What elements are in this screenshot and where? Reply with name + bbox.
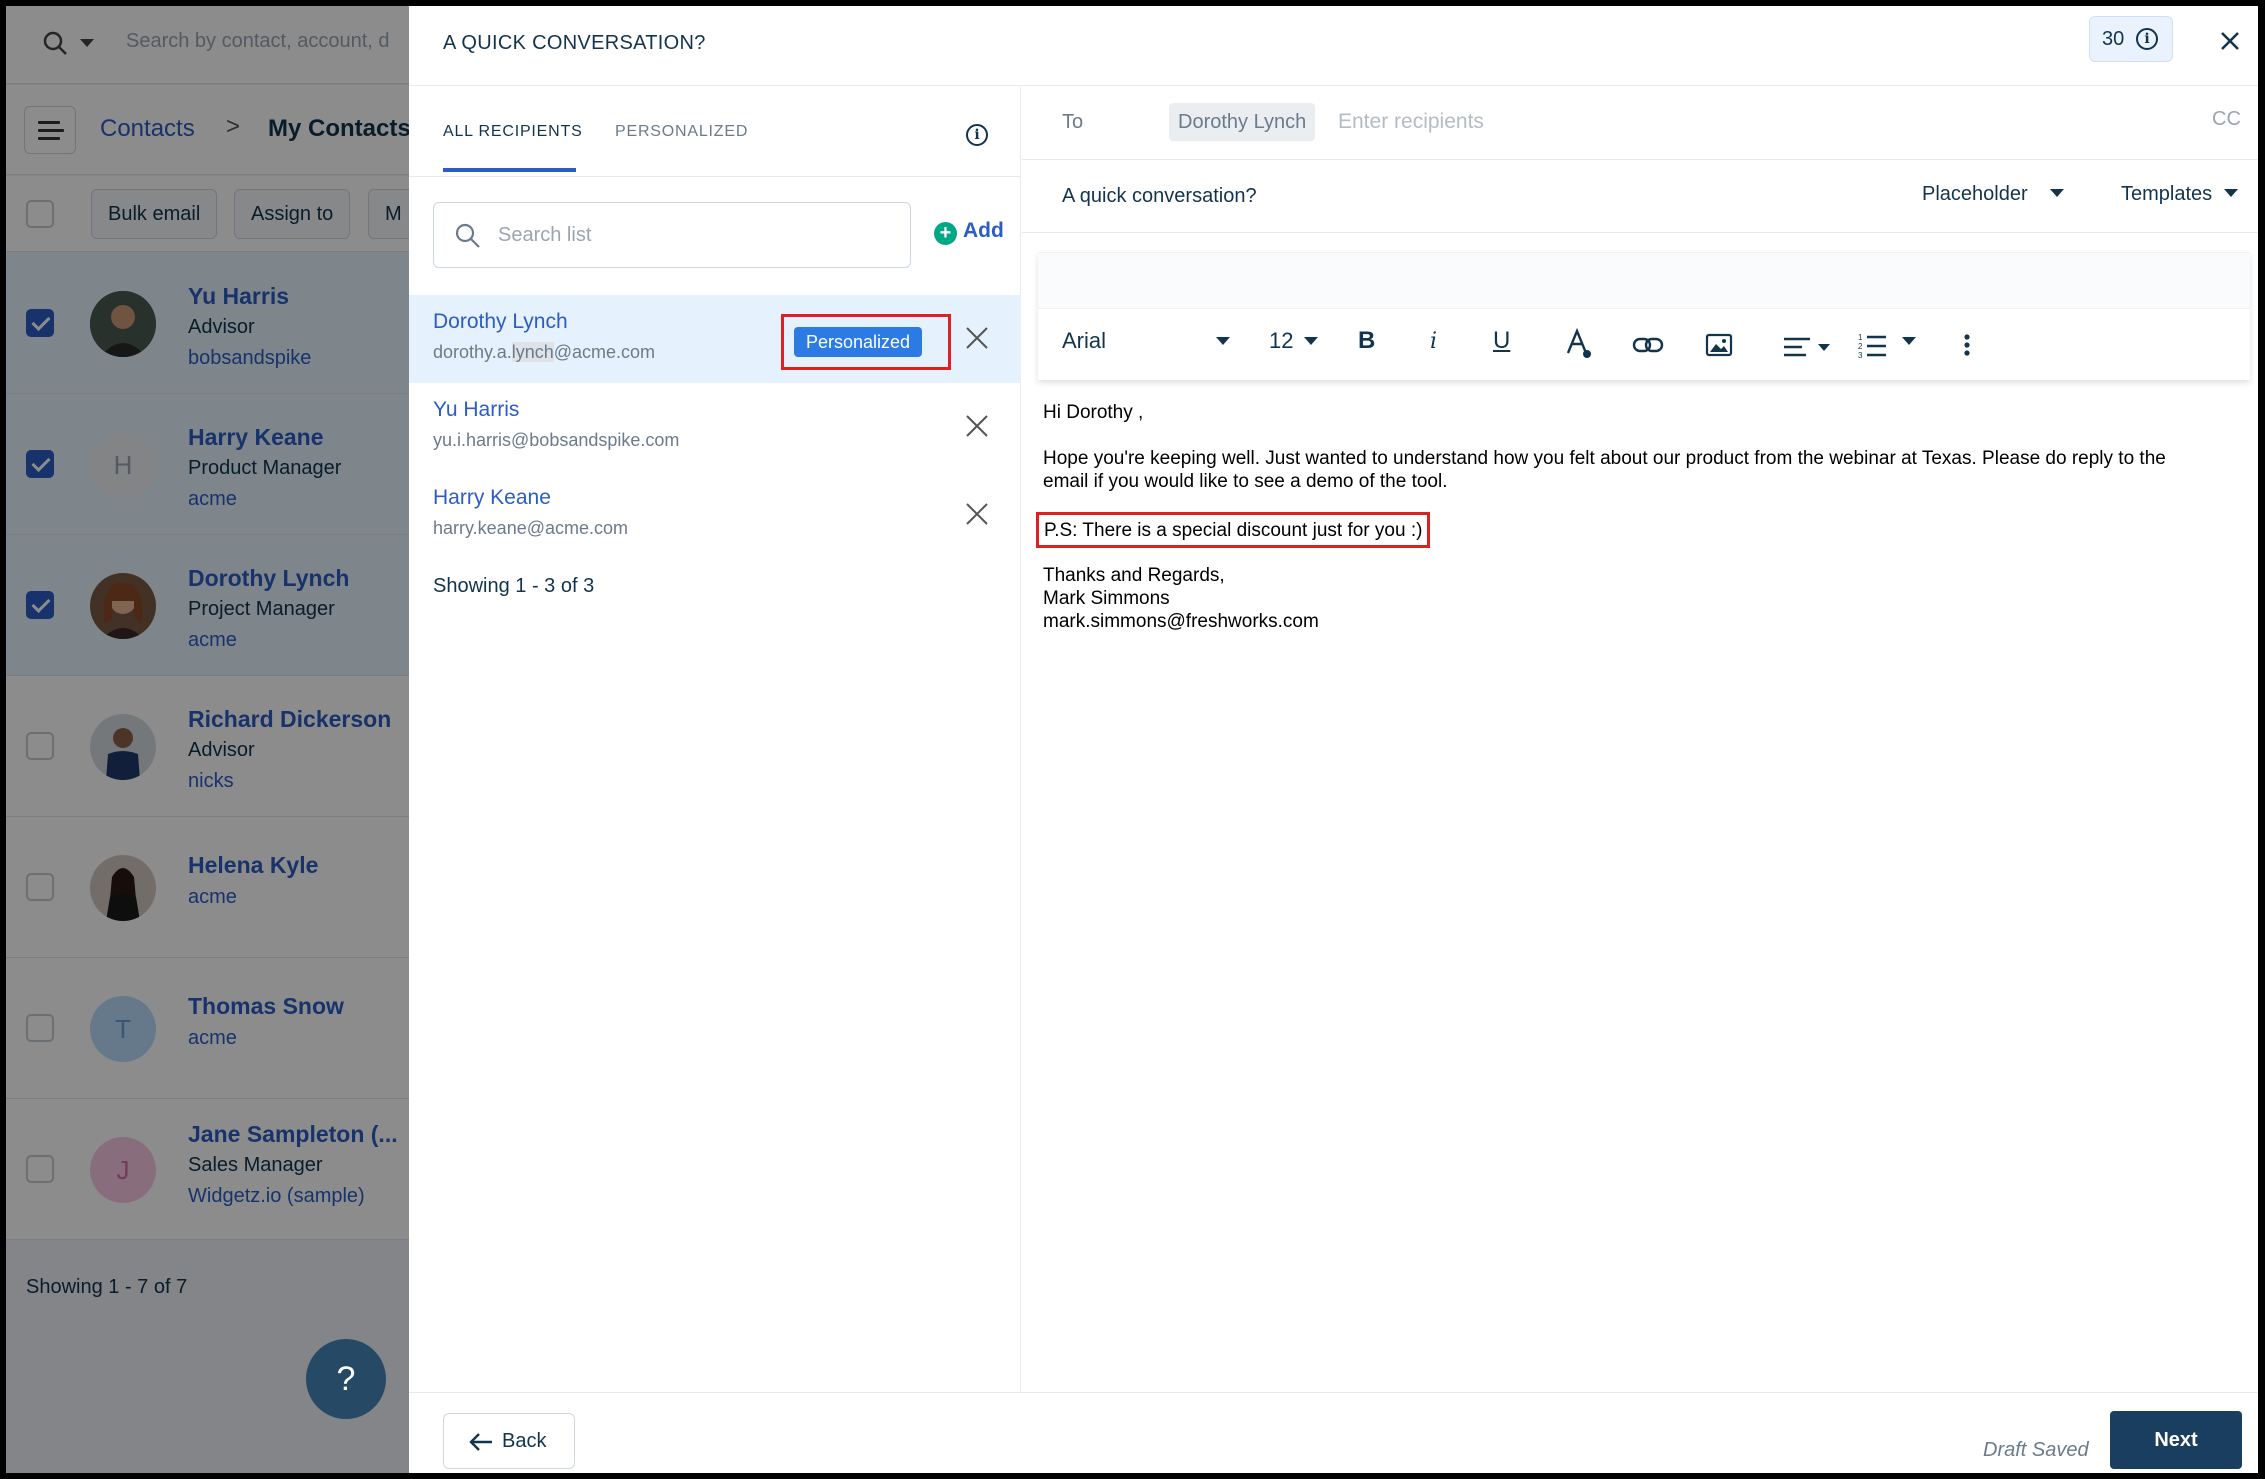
sender-name: Mark Simmons: [1043, 588, 1170, 609]
add-label: Add: [963, 219, 1004, 242]
help-button[interactable]: ?: [306, 1339, 386, 1419]
svg-text:2: 2: [1858, 342, 1863, 351]
recipient-row[interactable]: Harry Keane harry.keane@acme.com: [409, 471, 1021, 559]
search-icon: [455, 223, 480, 248]
subject-row: A quick conversation? Placeholder Templa…: [1022, 161, 2258, 233]
font-size-dropdown[interactable]: 12: [1269, 323, 1319, 359]
modal-title: A QUICK CONVERSATION?: [443, 32, 706, 54]
chevron-down-icon: [1304, 337, 1319, 345]
chevron-down-icon: [2049, 189, 2064, 197]
recipient-tabs: ALL RECIPIENTS PERSONALIZED i: [409, 87, 1021, 177]
underline-icon[interactable]: U: [1493, 323, 1510, 359]
chevron-down-icon: [1902, 337, 1916, 345]
app-frame: Search by contact, account, d Contacts >…: [6, 6, 2258, 1473]
to-field-row: To Dorothy Lynch CC: [1022, 87, 2258, 160]
recipients-input[interactable]: [1338, 107, 1938, 137]
svg-text:1: 1: [1858, 333, 1863, 342]
info-icon[interactable]: i: [966, 124, 988, 146]
more-options-icon[interactable]: [1962, 327, 1972, 363]
recipient-name[interactable]: Yu Harris: [433, 398, 519, 422]
remove-recipient-icon[interactable]: [964, 501, 990, 527]
plus-icon: +: [934, 222, 957, 245]
add-recipient-button[interactable]: + Add: [934, 219, 1004, 245]
recipient-row[interactable]: Yu Harris yu.i.harris@bobsandspike.com: [409, 383, 1021, 471]
back-label: Back: [502, 1430, 547, 1452]
placeholder-dropdown[interactable]: Placeholder: [1922, 183, 2064, 206]
remove-recipient-icon[interactable]: [964, 413, 990, 439]
recipient-name[interactable]: Harry Keane: [433, 486, 551, 510]
recipient-name[interactable]: Dorothy Lynch: [433, 310, 568, 334]
recipient-search[interactable]: [433, 202, 911, 268]
recipients-count: Showing 1 - 3 of 3: [433, 575, 595, 597]
signoff-line: Thanks and Regards,: [1043, 565, 1225, 586]
templates-label: Templates: [2121, 183, 2213, 205]
svg-text:3: 3: [1858, 351, 1863, 360]
modal-footer: Back Draft Saved Next: [409, 1392, 2258, 1473]
text-color-icon[interactable]: [1564, 325, 1592, 361]
personalized-badge[interactable]: Personalized: [794, 327, 923, 357]
body-paragraph-line: email if you would like to see a demo of…: [1043, 471, 1448, 492]
ps-line-highlight: P.S: There is a special discount just fo…: [1036, 512, 1431, 548]
next-button[interactable]: Next: [2110, 1411, 2242, 1469]
cc-toggle[interactable]: CC: [2212, 108, 2241, 131]
body-paragraph-line: Hope you're keeping well. Just wanted to…: [1043, 448, 2166, 469]
subject-field[interactable]: A quick conversation?: [1062, 185, 1257, 208]
align-icon[interactable]: [1782, 329, 1832, 365]
recipient-chip[interactable]: Dorothy Lynch: [1169, 103, 1316, 141]
ps-line: P.S: There is a special discount just fo…: [1044, 520, 1423, 541]
chevron-down-icon: [1216, 337, 1230, 345]
credits-count: 30: [2102, 28, 2125, 50]
recipient-email: dorothy.a.lynch@acme.com: [433, 342, 655, 363]
recipient-email: yu.i.harris@bobsandspike.com: [433, 430, 680, 450]
font-size-value: 12: [1269, 328, 1294, 353]
email-body-editor[interactable]: Hi Dorothy , Hope you're keeping well. J…: [1036, 401, 2243, 633]
contacts-page: Search by contact, account, d Contacts >…: [6, 6, 419, 1473]
to-label: To: [1062, 111, 1084, 133]
recipients-pane: ALL RECIPIENTS PERSONALIZED i + Add Dorot…: [409, 87, 1021, 1392]
editor-toolbar: Arial 12 B i U 123: [1038, 252, 2250, 380]
arrow-left-icon: [469, 1433, 492, 1451]
credits-badge[interactable]: 30 i: [2089, 16, 2173, 62]
close-icon[interactable]: [2215, 26, 2245, 56]
search-input[interactable]: [498, 219, 888, 251]
editor-toolbar-top: [1038, 253, 2250, 309]
tab-all-recipients[interactable]: ALL RECIPIENTS: [443, 123, 583, 141]
list-options-dropdown[interactable]: [1902, 323, 1916, 359]
templates-dropdown[interactable]: Templates: [2121, 183, 2239, 206]
font-family-value: Arial: [1062, 328, 1107, 353]
active-tab-indicator: [443, 168, 576, 172]
bulk-email-modal: A QUICK CONVERSATION? 30 i ALL RECIPIENT…: [409, 6, 2258, 1473]
recipient-email-suffix: @acme.com: [553, 342, 656, 362]
italic-icon[interactable]: i: [1430, 323, 1437, 359]
info-icon[interactable]: i: [2136, 28, 2158, 50]
sender-email: mark.simmons@freshworks.com: [1043, 611, 1319, 632]
draft-status: Draft Saved: [1983, 1439, 2089, 1461]
tab-personalized[interactable]: PERSONALIZED: [615, 123, 748, 141]
remove-recipient-icon[interactable]: [964, 325, 990, 351]
greeting-line: Hi Dorothy ,: [1043, 402, 1144, 423]
image-icon[interactable]: [1705, 327, 1733, 363]
bold-icon[interactable]: B: [1358, 323, 1375, 359]
link-icon[interactable]: [1632, 327, 1664, 363]
numbered-list-icon[interactable]: 123: [1858, 327, 1888, 363]
recipient-email-prefix: dorothy.a.: [433, 342, 512, 362]
modal-backdrop[interactable]: [6, 6, 414, 1473]
back-button[interactable]: Back: [443, 1413, 575, 1469]
personalized-highlight-box: Personalized: [781, 314, 951, 370]
recipient-email-highlight: lynch: [511, 342, 554, 362]
font-family-dropdown[interactable]: Arial: [1062, 323, 1230, 359]
recipient-email: harry.keane@acme.com: [433, 518, 629, 538]
placeholder-label: Placeholder: [1922, 183, 2028, 205]
chevron-down-icon: [2224, 189, 2239, 197]
compose-pane: To Dorothy Lynch CC A quick conversation…: [1022, 87, 2258, 1392]
recipient-row[interactable]: Dorothy Lynch dorothy.a.lynch@acme.com P…: [409, 295, 1021, 383]
modal-header: A QUICK CONVERSATION? 30 i: [409, 6, 2258, 86]
